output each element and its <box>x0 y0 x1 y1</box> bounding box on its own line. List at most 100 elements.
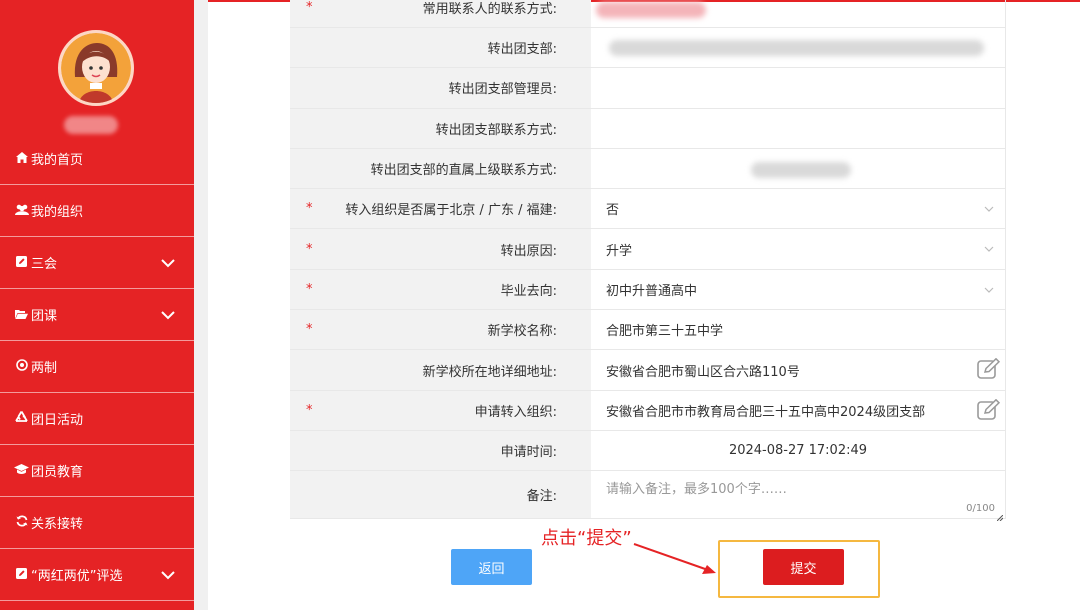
field-label: 新学校名称: <box>487 324 557 340</box>
form-row-target-org: * 申请转入组织: 安徽省合肥市市教育局合肥三十五中高中2024级团支部 <box>290 390 1006 431</box>
form-row-out-branch: 转出团支部: <box>290 28 1006 69</box>
sidebar-item-my-org[interactable]: 我的组织 <box>0 185 194 237</box>
required-mark: * <box>306 0 313 15</box>
edit-icon[interactable] <box>977 358 1001 380</box>
form-row-out-branch-admin: 转出团支部管理员: <box>290 68 1006 109</box>
required-mark: * <box>306 402 313 418</box>
select-value: 初中升普通高中 <box>606 283 698 299</box>
out-branch-value <box>591 28 1006 68</box>
sidebar-item-label: 团课 <box>31 309 58 324</box>
edit-square-icon <box>14 567 29 582</box>
field-value: 安徽省合肥市蜀山区合六路110号 <box>606 364 800 380</box>
required-mark: * <box>306 201 313 217</box>
input-value: 合肥市第三十五中学 <box>606 324 724 340</box>
remark-placeholder: 请输入备注，最多100个字…… <box>606 482 787 498</box>
field-label: 备注: <box>526 489 557 505</box>
timestamp: 2024-08-27 17:02:49 <box>728 443 868 459</box>
field-label: 毕业去向: <box>500 283 557 299</box>
sidebar-item-league-class[interactable]: 团课 <box>0 289 194 341</box>
chevron-down-icon[interactable] <box>160 255 176 271</box>
submit-button[interactable]: 提交 <box>763 549 844 585</box>
target-org-field: 安徽省合肥市市教育局合肥三十五中高中2024级团支部 <box>591 390 1006 430</box>
username-blurred <box>64 116 118 134</box>
out-branch-admin-value <box>591 68 1006 108</box>
field-label: 转出团支部: <box>487 42 557 58</box>
chevron-down-icon[interactable] <box>160 567 176 583</box>
refresh-icon <box>14 515 29 530</box>
graduation-select[interactable]: 初中升普通高中 <box>591 269 1006 310</box>
chevron-down-icon <box>983 243 995 255</box>
sidebar-gutter <box>194 0 208 610</box>
redacted-value <box>596 2 706 18</box>
region-select[interactable]: 否 <box>591 189 1006 229</box>
sidebar-item-label: 我的组织 <box>31 205 84 220</box>
field-label: 转出团支部的直属上级联系方式: <box>370 163 557 179</box>
field-label: 转出原因: <box>500 243 557 259</box>
recycle-icon <box>14 411 29 426</box>
form-row-school-name: * 新学校名称: 合肥市第三十五中学 <box>290 310 1006 351</box>
edit-square-icon <box>14 255 29 270</box>
sidebar-item-three-meetings[interactable]: 三会 <box>0 237 194 289</box>
sidebar-item-label: “两红两优”评选 <box>31 569 123 584</box>
redacted-value <box>751 161 851 178</box>
sidebar-item-label: 我的首页 <box>31 153 84 168</box>
graduation-cap-icon <box>14 463 29 478</box>
form-row-contact: * 常用联系人的联系方式: <box>290 0 1006 28</box>
form-row-apply-time: 申请时间: 2024-08-27 17:02:49 <box>290 430 1006 472</box>
home-icon <box>14 151 29 166</box>
sidebar: 我的首页 我的组织 三会 团课 两制 团日活动 团员教育 关系接转 “两红两优”… <box>0 0 194 610</box>
field-label: 申请转入组织: <box>474 404 557 420</box>
sidebar-item-label: 团日活动 <box>31 413 84 428</box>
remark-textarea[interactable]: 请输入备注，最多100个字…… 0/100 <box>591 471 1006 522</box>
transfer-form: * 常用联系人的联系方式: 转出团支部: 转出团支部管理员: 转出团支部联系方式… <box>290 0 1006 522</box>
form-row-remark: 备注: 请输入备注，最多100个字…… 0/100 <box>290 471 1006 522</box>
sidebar-item-league-day[interactable]: 团日活动 <box>0 393 194 445</box>
chevron-down-icon <box>983 203 995 215</box>
field-label: 转入组织是否属于北京 / 广东 / 福建: <box>345 203 557 219</box>
sidebar-item-red-excellent-selection[interactable]: “两红两优”评选 <box>0 549 194 601</box>
field-label: 申请时间: <box>500 445 557 461</box>
sidebar-item-member-education[interactable]: 团员教育 <box>0 445 194 497</box>
instruction-annotation: 点击“提交” <box>541 528 632 549</box>
out-branch-contact-value <box>591 108 1006 148</box>
select-value: 升学 <box>606 243 633 259</box>
apply-time-value: 2024-08-27 17:02:49 <box>591 430 1006 471</box>
folder-open-icon <box>14 308 29 322</box>
field-value: 安徽省合肥市市教育局合肥三十五中高中2024级团支部 <box>606 404 926 420</box>
field-label: 新学校所在地详细地址: <box>422 364 557 380</box>
redacted-value <box>609 40 984 56</box>
field-label: 转出团支部管理员: <box>448 82 557 98</box>
reason-select[interactable]: 升学 <box>591 229 1006 269</box>
sidebar-item-label: 两制 <box>31 361 58 376</box>
sidebar-item-two-systems[interactable]: 两制 <box>0 341 194 393</box>
chevron-down-icon <box>983 284 995 296</box>
form-row-superior-contact: 转出团支部的直属上级联系方式: <box>290 148 1006 190</box>
required-mark: * <box>306 322 313 338</box>
required-mark: * <box>306 281 313 297</box>
target-icon <box>14 359 29 374</box>
sidebar-item-relation-transfer[interactable]: 关系接转 <box>0 497 194 549</box>
field-label: 转出团支部联系方式: <box>435 122 557 138</box>
char-counter: 0/100 <box>966 503 995 515</box>
edit-icon[interactable] <box>977 398 1001 421</box>
sidebar-item-label: 三会 <box>31 257 58 272</box>
annotation-arrow-icon <box>633 543 716 574</box>
chevron-down-icon[interactable] <box>160 307 176 323</box>
sidebar-item-home[interactable]: 我的首页 <box>0 133 194 185</box>
select-value: 否 <box>606 203 620 219</box>
form-row-region: * 转入组织是否属于北京 / 广东 / 福建: 否 <box>290 189 1006 230</box>
superior-contact-value <box>591 148 1006 189</box>
resize-handle-icon[interactable] <box>996 510 1004 522</box>
contact-value[interactable] <box>591 0 1006 27</box>
avatar[interactable] <box>58 30 134 106</box>
school-address-field: 安徽省合肥市蜀山区合六路110号 <box>591 350 1006 390</box>
sidebar-nav: 我的首页 我的组织 三会 团课 两制 团日活动 团员教育 关系接转 “两红两优”… <box>0 133 194 601</box>
sidebar-item-label: 团员教育 <box>31 465 84 480</box>
field-label: 常用联系人的联系方式: <box>422 2 557 17</box>
users-icon <box>14 204 29 218</box>
back-button[interactable]: 返回 <box>451 549 532 585</box>
form-row-graduation: * 毕业去向: 初中升普通高中 <box>290 269 1006 311</box>
form-row-out-branch-contact: 转出团支部联系方式: <box>290 108 1006 149</box>
required-mark: * <box>306 241 313 257</box>
school-name-input[interactable]: 合肥市第三十五中学 <box>591 310 1006 350</box>
